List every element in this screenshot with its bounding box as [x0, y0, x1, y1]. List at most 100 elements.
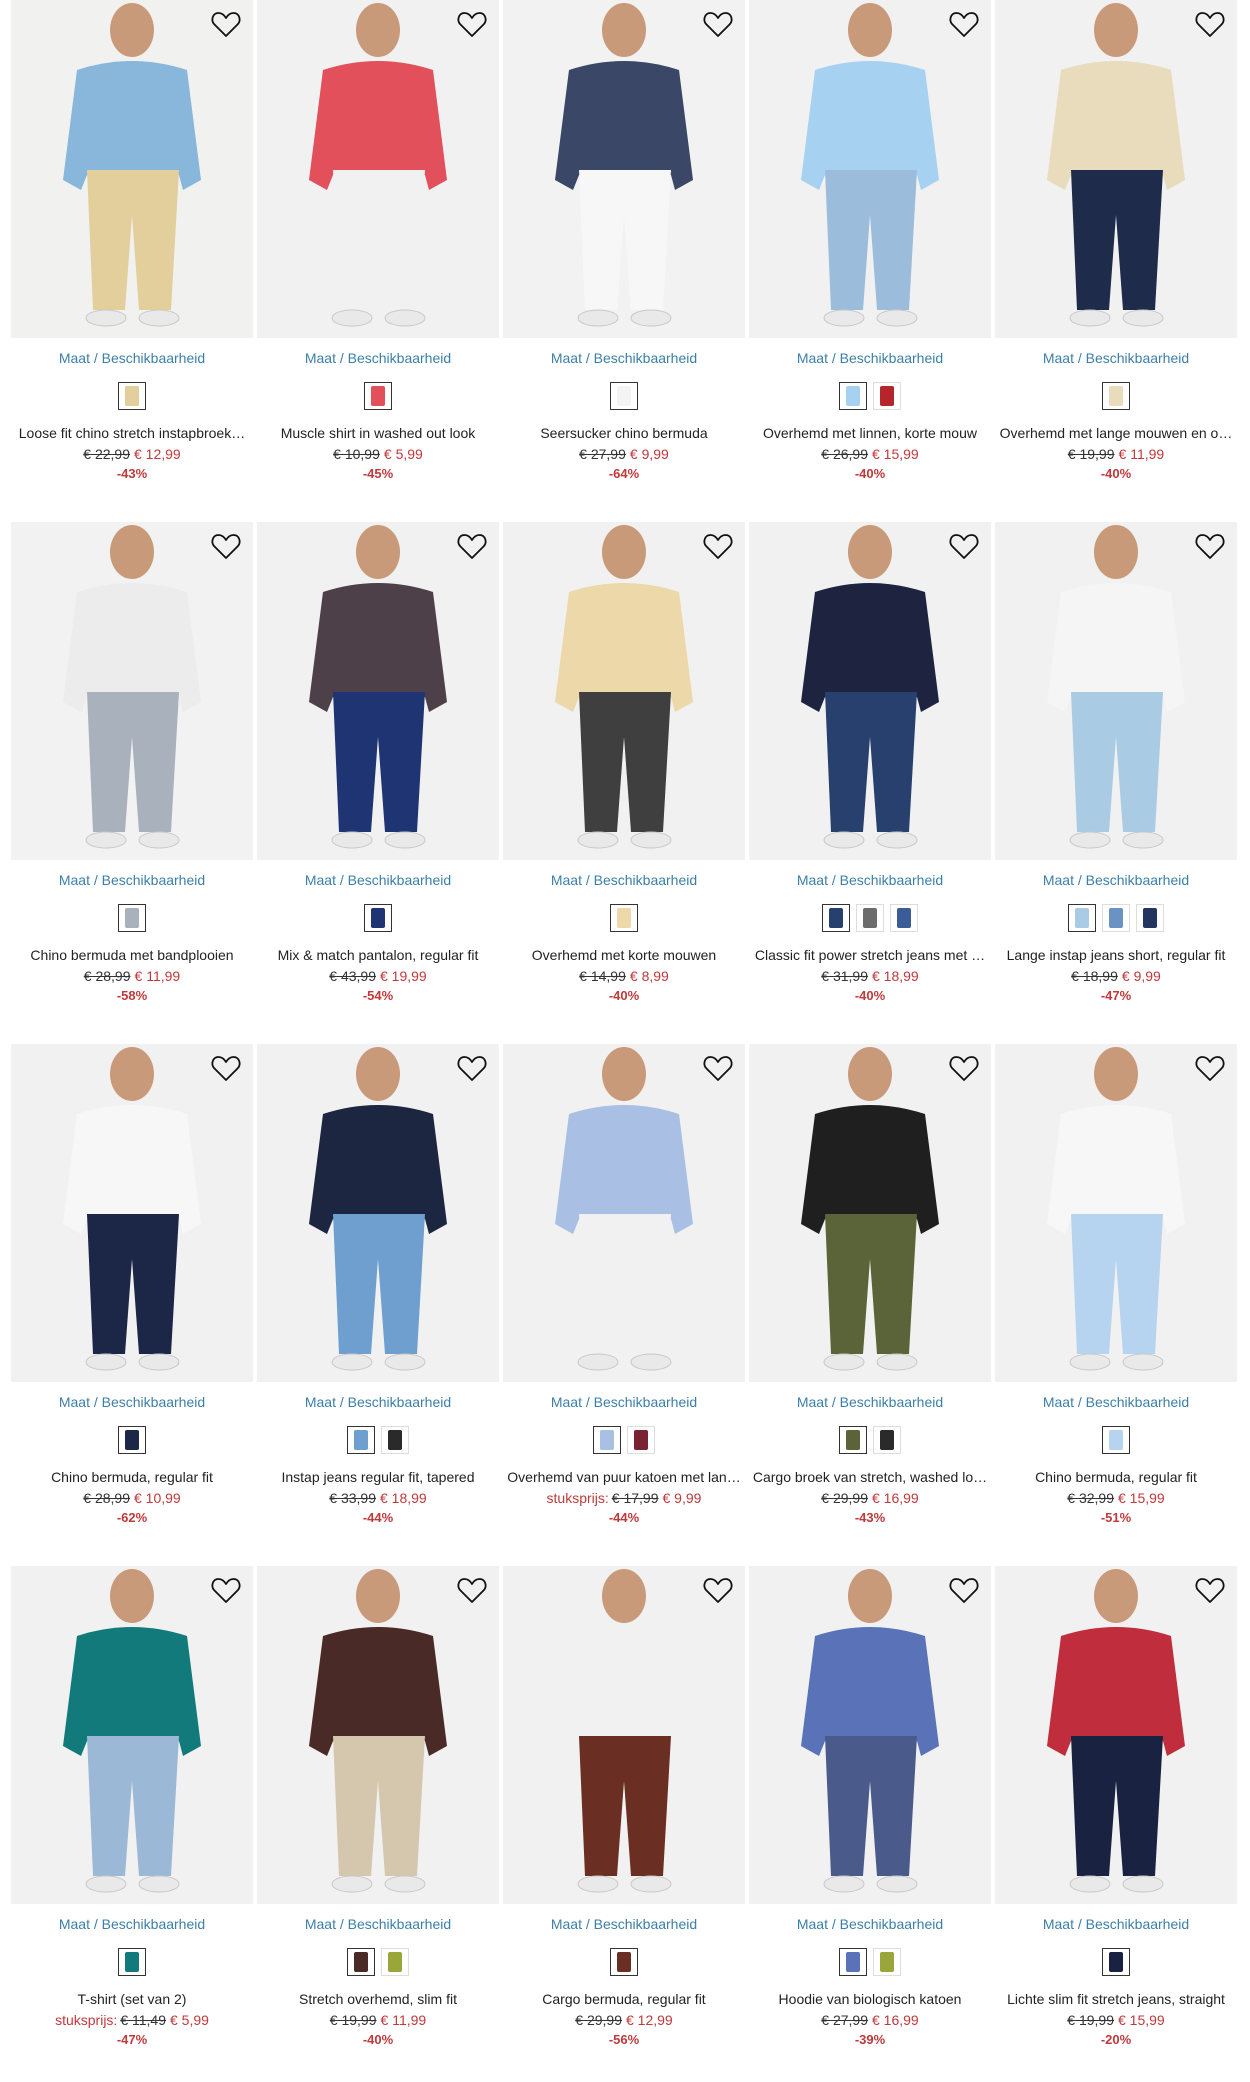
product-title[interactable]: Loose fit chino stretch instapbroek… [11, 425, 253, 441]
product-card[interactable]: Maat / Beschikbaarheid Hoodie van biologi… [749, 1566, 991, 2066]
product-card[interactable]: Maat / Beschikbaarheid Chino bermuda, reg… [995, 1044, 1237, 1544]
color-swatch[interactable] [610, 1948, 638, 1976]
color-swatch[interactable] [1102, 382, 1130, 410]
product-image[interactable] [995, 0, 1237, 338]
heart-outline-icon[interactable] [703, 532, 733, 560]
product-image[interactable] [749, 1566, 991, 1904]
color-swatch[interactable] [873, 382, 901, 410]
size-availability-link[interactable]: Maat / Beschikbaarheid [257, 872, 499, 888]
color-swatch[interactable] [364, 382, 392, 410]
heart-outline-icon[interactable] [703, 10, 733, 38]
product-card[interactable]: Maat / Beschikbaarheid Cargo bermuda, reg… [503, 1566, 745, 2066]
product-card[interactable]: Maat / Beschikbaarheid Seersucker chino b… [503, 0, 745, 500]
color-swatch[interactable] [822, 904, 850, 932]
color-swatch[interactable] [856, 904, 884, 932]
product-image[interactable] [503, 0, 745, 338]
product-card[interactable]: Maat / Beschikbaarheid Chino bermuda met … [11, 522, 253, 1022]
size-availability-link[interactable]: Maat / Beschikbaarheid [257, 1394, 499, 1410]
product-card[interactable]: Maat / Beschikbaarheid Overhemd met linne… [749, 0, 991, 500]
color-swatch[interactable] [1102, 904, 1130, 932]
product-image[interactable] [257, 522, 499, 860]
heart-outline-icon[interactable] [949, 10, 979, 38]
size-availability-link[interactable]: Maat / Beschikbaarheid [995, 350, 1237, 366]
color-swatch[interactable] [610, 382, 638, 410]
product-title[interactable]: T-shirt (set van 2) [11, 1991, 253, 2007]
product-image[interactable] [257, 0, 499, 338]
product-title[interactable]: Overhemd van puur katoen met lan… [503, 1469, 745, 1485]
color-swatch[interactable] [839, 382, 867, 410]
product-image[interactable] [503, 1566, 745, 1904]
heart-outline-icon[interactable] [211, 1576, 241, 1604]
size-availability-link[interactable]: Maat / Beschikbaarheid [749, 1394, 991, 1410]
size-availability-link[interactable]: Maat / Beschikbaarheid [503, 350, 745, 366]
product-card[interactable]: Maat / Beschikbaarheid Instap jeans regul… [257, 1044, 499, 1544]
product-title[interactable]: Instap jeans regular fit, tapered [257, 1469, 499, 1485]
heart-outline-icon[interactable] [1195, 1576, 1225, 1604]
color-swatch[interactable] [118, 382, 146, 410]
product-title[interactable]: Cargo broek van stretch, washed lo… [749, 1469, 991, 1485]
product-card[interactable]: Maat / Beschikbaarheid Overhemd met lange… [995, 0, 1237, 500]
product-title[interactable]: Chino bermuda, regular fit [11, 1469, 253, 1485]
size-availability-link[interactable]: Maat / Beschikbaarheid [257, 1916, 499, 1932]
color-swatch[interactable] [1136, 904, 1164, 932]
size-availability-link[interactable]: Maat / Beschikbaarheid [11, 1394, 253, 1410]
product-image[interactable] [749, 0, 991, 338]
color-swatch[interactable] [839, 1948, 867, 1976]
size-availability-link[interactable]: Maat / Beschikbaarheid [257, 350, 499, 366]
product-image[interactable] [995, 522, 1237, 860]
product-title[interactable]: Cargo bermuda, regular fit [503, 1991, 745, 2007]
product-image[interactable] [503, 1044, 745, 1382]
product-title[interactable]: Hoodie van biologisch katoen [749, 1991, 991, 2007]
heart-outline-icon[interactable] [703, 1576, 733, 1604]
size-availability-link[interactable]: Maat / Beschikbaarheid [503, 1394, 745, 1410]
product-image[interactable] [11, 1566, 253, 1904]
product-card[interactable]: Maat / Beschikbaarheid Classic fit power … [749, 522, 991, 1022]
color-swatch[interactable] [118, 1426, 146, 1454]
product-card[interactable]: Maat / Beschikbaarheid T-shirt (set van 2… [11, 1566, 253, 2066]
product-card[interactable]: Maat / Beschikbaarheid Muscle shirt in wa… [257, 0, 499, 500]
product-image[interactable] [257, 1566, 499, 1904]
product-title[interactable]: Overhemd met korte mouwen [503, 947, 745, 963]
heart-outline-icon[interactable] [457, 10, 487, 38]
color-swatch[interactable] [593, 1426, 621, 1454]
product-title[interactable]: Stretch overhemd, slim fit [257, 1991, 499, 2007]
color-swatch[interactable] [627, 1426, 655, 1454]
product-title[interactable]: Overhemd met linnen, korte mouw [749, 425, 991, 441]
heart-outline-icon[interactable] [949, 1054, 979, 1082]
product-image[interactable] [749, 1044, 991, 1382]
product-card[interactable]: Maat / Beschikbaarheid Overhemd van puur … [503, 1044, 745, 1544]
color-swatch[interactable] [381, 1948, 409, 1976]
size-availability-link[interactable]: Maat / Beschikbaarheid [11, 1916, 253, 1932]
color-swatch[interactable] [610, 904, 638, 932]
product-image[interactable] [11, 0, 253, 338]
color-swatch[interactable] [1102, 1948, 1130, 1976]
size-availability-link[interactable]: Maat / Beschikbaarheid [11, 350, 253, 366]
product-title[interactable]: Lichte slim fit stretch jeans, straight [995, 1991, 1237, 2007]
product-title[interactable]: Overhemd met lange mouwen en o… [995, 425, 1237, 441]
product-card[interactable]: Maat / Beschikbaarheid Mix & match pantal… [257, 522, 499, 1022]
product-title[interactable]: Chino bermuda, regular fit [995, 1469, 1237, 1485]
product-image[interactable] [11, 1044, 253, 1382]
size-availability-link[interactable]: Maat / Beschikbaarheid [749, 872, 991, 888]
color-swatch[interactable] [381, 1426, 409, 1454]
color-swatch[interactable] [347, 1426, 375, 1454]
color-swatch[interactable] [364, 904, 392, 932]
product-card[interactable]: Maat / Beschikbaarheid Overhemd met korte… [503, 522, 745, 1022]
product-title[interactable]: Chino bermuda met bandplooien [11, 947, 253, 963]
size-availability-link[interactable]: Maat / Beschikbaarheid [11, 872, 253, 888]
heart-outline-icon[interactable] [1195, 10, 1225, 38]
heart-outline-icon[interactable] [457, 532, 487, 560]
product-image[interactable] [995, 1044, 1237, 1382]
heart-outline-icon[interactable] [457, 1576, 487, 1604]
size-availability-link[interactable]: Maat / Beschikbaarheid [749, 1916, 991, 1932]
color-swatch[interactable] [839, 1426, 867, 1454]
product-image[interactable] [503, 522, 745, 860]
product-image[interactable] [749, 522, 991, 860]
size-availability-link[interactable]: Maat / Beschikbaarheid [995, 1394, 1237, 1410]
color-swatch[interactable] [1068, 904, 1096, 932]
product-title[interactable]: Classic fit power stretch jeans met … [749, 947, 991, 963]
size-availability-link[interactable]: Maat / Beschikbaarheid [503, 872, 745, 888]
size-availability-link[interactable]: Maat / Beschikbaarheid [503, 1916, 745, 1932]
color-swatch[interactable] [118, 904, 146, 932]
heart-outline-icon[interactable] [457, 1054, 487, 1082]
